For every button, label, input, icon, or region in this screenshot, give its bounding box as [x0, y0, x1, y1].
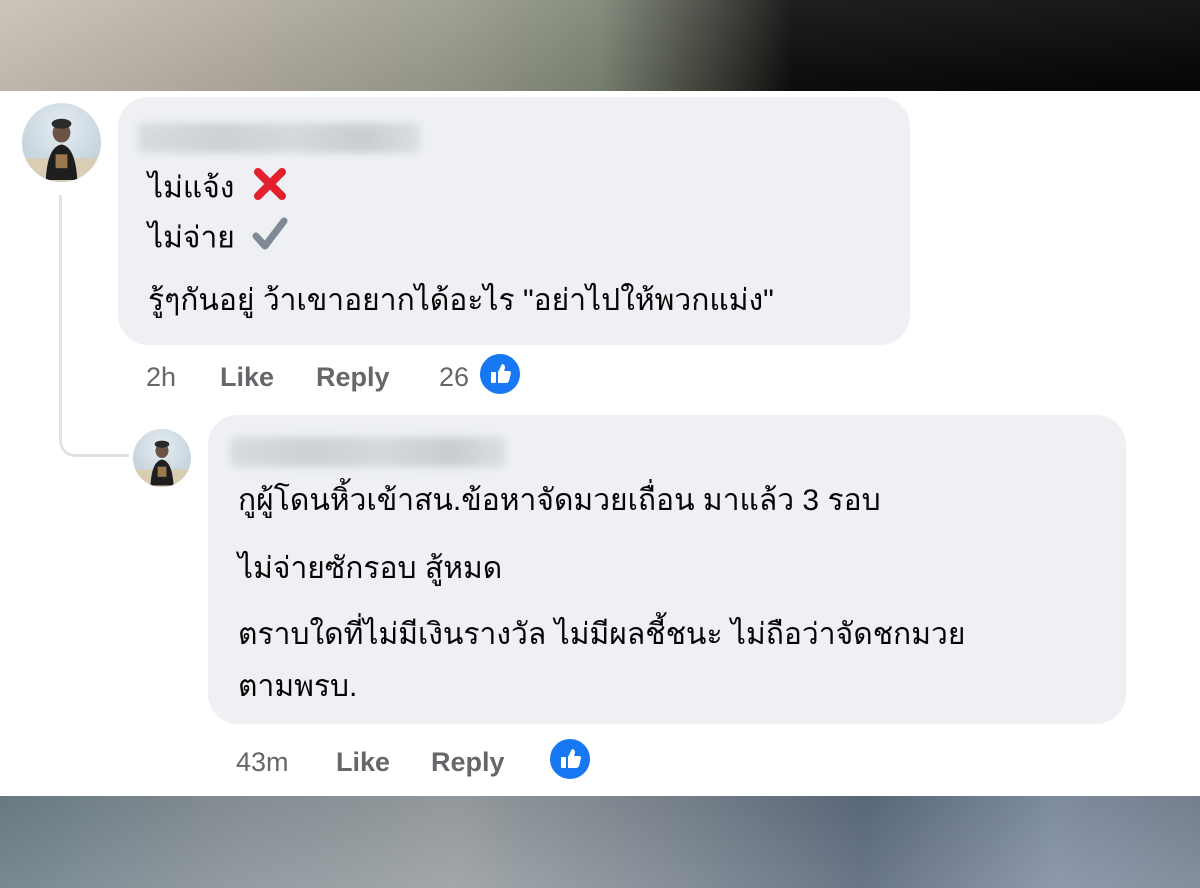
comment-line-2: ไม่จ่าย — [148, 215, 289, 264]
background-photo-bottom — [0, 796, 1200, 888]
comment-line-3: รู้ๆกันอยู่ ว้าเขาอยากได้อะไร "อย่าไปให้… — [148, 284, 774, 317]
reply-line-4: ตามพรบ. — [238, 670, 358, 703]
avatar[interactable] — [133, 429, 191, 487]
comment-line-1: ไม่แจ้ง — [148, 165, 289, 214]
background-photo-top — [0, 0, 1200, 91]
check-mark-icon — [251, 215, 289, 264]
like-button[interactable]: Like — [220, 362, 274, 393]
cross-mark-icon — [251, 165, 289, 214]
reply-button[interactable]: Reply — [431, 747, 505, 778]
like-button[interactable]: Like — [336, 747, 390, 778]
reply-bubble: กูผู้โดนหิ้วเข้าสน.ข้อหาจัดมวยเถื่อน มาแ… — [208, 415, 1126, 724]
reply-line-3: ตราบใดที่ไม่มีเงินรางวัล ไม่มีผลชี้ชนะ ไ… — [238, 618, 966, 651]
reply-line-2: ไม่จ่ายซักรอบ สู้หมด — [238, 552, 503, 585]
like-reaction-icon[interactable] — [478, 352, 522, 396]
reply-line-1: กูผู้โดนหิ้วเข้าสน.ข้อหาจัดมวยเถื่อน มาแ… — [238, 484, 881, 517]
reaction-count[interactable]: 26 — [439, 362, 469, 393]
reply-actions: 43m Like Reply — [236, 747, 536, 787]
reply-button[interactable]: Reply — [316, 362, 390, 393]
like-reaction-icon[interactable] — [548, 737, 592, 781]
comment-bubble: ไม่แจ้ง ไม่จ่าย รู้ๆกันอยู่ ว้าเขาอยากได… — [118, 97, 910, 345]
comment-timestamp[interactable]: 2h — [146, 362, 176, 393]
reply-timestamp[interactable]: 43m — [236, 747, 289, 778]
comment-author-name[interactable] — [138, 123, 420, 153]
avatar[interactable] — [22, 103, 101, 182]
reply-author-name[interactable] — [230, 437, 506, 467]
